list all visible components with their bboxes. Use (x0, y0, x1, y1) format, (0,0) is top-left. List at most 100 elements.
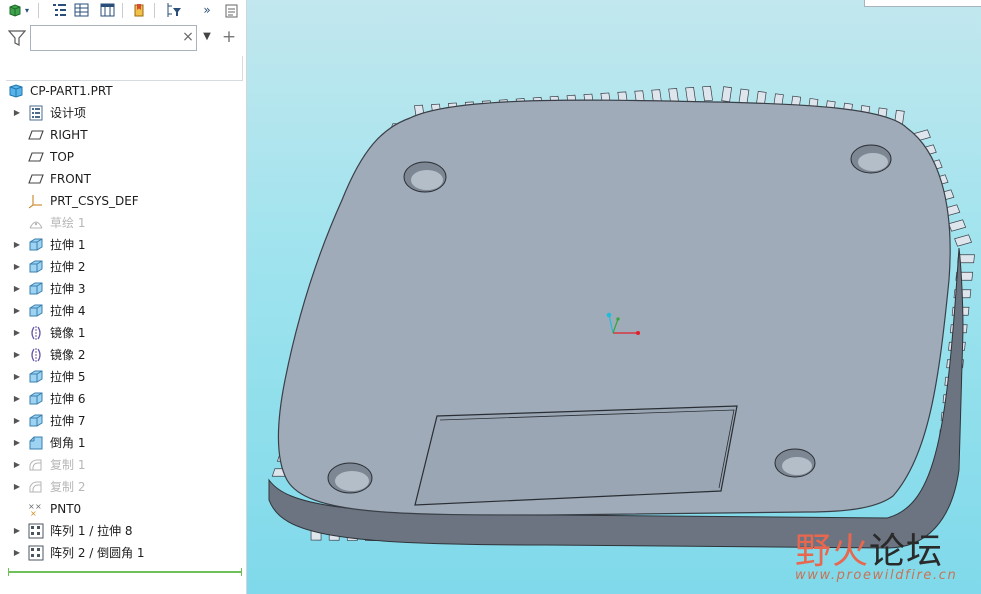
expand-chevron-icon[interactable]: ▶ (12, 300, 22, 322)
rim-tooth (948, 219, 967, 232)
expand-chevron-icon[interactable]: ▶ (12, 234, 22, 256)
tree-item[interactable]: ▶ 镜像 1 (0, 322, 246, 344)
tree-item[interactable]: FRONT (0, 168, 246, 190)
bookmark-folder-icon (134, 3, 143, 16)
expand-chevron-icon[interactable]: ▶ (12, 542, 22, 564)
tree-item[interactable]: ▶ 拉伸 5 (0, 366, 246, 388)
svg-text:×: × (30, 509, 37, 517)
search-dropdown-chevron-icon[interactable]: ▼ (201, 29, 213, 45)
tree-item[interactable]: ▶ 拉伸 4 (0, 300, 246, 322)
mirror-icon (31, 348, 41, 362)
tree-item[interactable]: ▶ 复制 1 (0, 454, 246, 476)
tree-item[interactable]: ▶ 拉伸 3 (0, 278, 246, 300)
tree-item-label: PNT0 (50, 502, 82, 516)
tree-settings-button[interactable] (164, 1, 182, 19)
add-filter-icon[interactable]: + (221, 27, 237, 47)
tree-item[interactable]: TOP (0, 146, 246, 168)
tree-item[interactable]: ▶ 镜像 2 (0, 344, 246, 366)
expand-chevron-icon[interactable]: ▶ (12, 476, 22, 498)
expand-chevron-icon[interactable]: ▶ (12, 520, 22, 542)
expand-chevron-icon[interactable]: ▶ (12, 256, 22, 278)
expand-chevron-icon[interactable]: ▶ (12, 344, 22, 366)
rim-tooth (685, 87, 696, 103)
tree-item-label: 拉伸 1 (50, 238, 86, 252)
coordinate-system-icon (28, 195, 42, 209)
tree-filter-icon (167, 3, 181, 17)
extrude-icon (29, 260, 43, 273)
expand-chevron-icon[interactable]: ▶ (12, 322, 22, 344)
datum-plane-icon (28, 174, 44, 184)
tree-item-label: 倒角 1 (50, 436, 86, 450)
tree-item[interactable]: ▶ 复制 2 (0, 476, 246, 498)
watermark-text: 论坛 (869, 531, 944, 572)
tree-item[interactable]: ▶ 拉伸 2 (0, 256, 246, 278)
tree-item-label: 设计项 (50, 106, 87, 120)
show-dropdown-button[interactable] (130, 1, 148, 19)
tree-item[interactable]: ▶ 阵列 1 / 拉伸 8 (0, 520, 246, 542)
mirror-icon (31, 326, 41, 340)
rectangular-pocket (414, 405, 738, 506)
copy-icon (29, 459, 42, 471)
tree-item-label: 阵列 2 / 倒圆角 1 (50, 546, 145, 560)
tree-item[interactable]: ▶ 拉伸 7 (0, 410, 246, 432)
display-dropdown-chevron-icon[interactable]: ▾ (22, 1, 32, 19)
extrude-icon (29, 370, 43, 383)
datum-point-icon: × ×× (28, 502, 42, 517)
sketch-icon (29, 221, 43, 229)
extrude-icon (29, 282, 43, 295)
mounting-hole-top-right (850, 144, 892, 174)
rim-tooth (702, 85, 713, 102)
tree-item[interactable]: × × × PNT0 (0, 498, 246, 520)
tree-item-label: 复制 1 (50, 458, 86, 472)
watermark-accent-text: 野火 (795, 531, 870, 572)
tree-item-label: 镜像 2 (50, 348, 86, 362)
datum-plane-icon (28, 130, 44, 140)
tree-item[interactable]: ▶ 拉伸 1 (0, 234, 246, 256)
layer-list-icon (29, 105, 43, 121)
expand-chevron-icon[interactable]: ▶ (12, 388, 22, 410)
expand-chevron-icon[interactable]: ▶ (12, 454, 22, 476)
tree-item-label: 拉伸 3 (50, 282, 86, 296)
more-commands-icon[interactable]: » (198, 1, 216, 19)
tree-item-label: 复制 2 (50, 480, 86, 494)
part-icon (9, 84, 23, 98)
expand-chevron-icon[interactable]: ▶ (12, 432, 22, 454)
tree-item-label: 草绘 1 (50, 216, 86, 230)
insert-here-indicator[interactable] (8, 568, 242, 576)
expand-chevron-icon[interactable]: ▶ (12, 410, 22, 432)
filter-funnel-icon[interactable] (8, 29, 26, 47)
layer-tree-button[interactable] (98, 1, 116, 19)
tree-item[interactable]: 草绘 1 (0, 212, 246, 234)
tree-properties-button[interactable] (222, 1, 240, 19)
tree-item-label: 镜像 1 (50, 326, 86, 340)
model-tree-panel: ▾ » × ▼ + CP-PART1.PRT ▶ 设计项 RIGHT TOP F… (0, 0, 247, 594)
expand-chevron-icon[interactable]: ▶ (12, 278, 22, 300)
tree-item[interactable]: RIGHT (0, 124, 246, 146)
tree-item[interactable]: ▶ 倒角 1 (0, 432, 246, 454)
watermark-url: www.proewildfire.cn (795, 568, 958, 583)
graphics-viewport[interactable]: 野火论坛 www.proewildfire.cn (247, 0, 981, 594)
mounting-hole-top-left (403, 161, 447, 193)
part-cube-icon (9, 4, 21, 17)
expand-chevron-icon[interactable]: ▶ (12, 366, 22, 388)
rim-tooth (738, 88, 750, 105)
extrude-icon (29, 392, 43, 405)
tree-item-label: TOP (50, 150, 75, 164)
tree-root[interactable]: CP-PART1.PRT (0, 80, 246, 102)
extrude-icon (29, 238, 43, 251)
part-3d-model[interactable] (247, 0, 981, 594)
tree-item-label: 拉伸 5 (50, 370, 86, 384)
clear-search-icon[interactable]: × (181, 27, 195, 47)
expand-chevron-icon[interactable]: ▶ (12, 102, 22, 124)
tree-filters-button[interactable] (50, 1, 68, 19)
tree-columns-button[interactable] (72, 1, 90, 19)
tree-item[interactable]: ▶ 拉伸 6 (0, 388, 246, 410)
pattern-icon (28, 523, 44, 539)
tree-item[interactable]: ▶ 阵列 2 / 倒圆角 1 (0, 542, 246, 564)
search-input[interactable] (30, 25, 197, 51)
list-detail-icon (74, 3, 88, 17)
tree-item-label: RIGHT (50, 128, 88, 142)
extrude-icon (29, 304, 43, 317)
tree-item[interactable]: PRT_CSYS_DEF (0, 190, 246, 212)
tree-item[interactable]: ▶ 设计项 (0, 102, 246, 124)
